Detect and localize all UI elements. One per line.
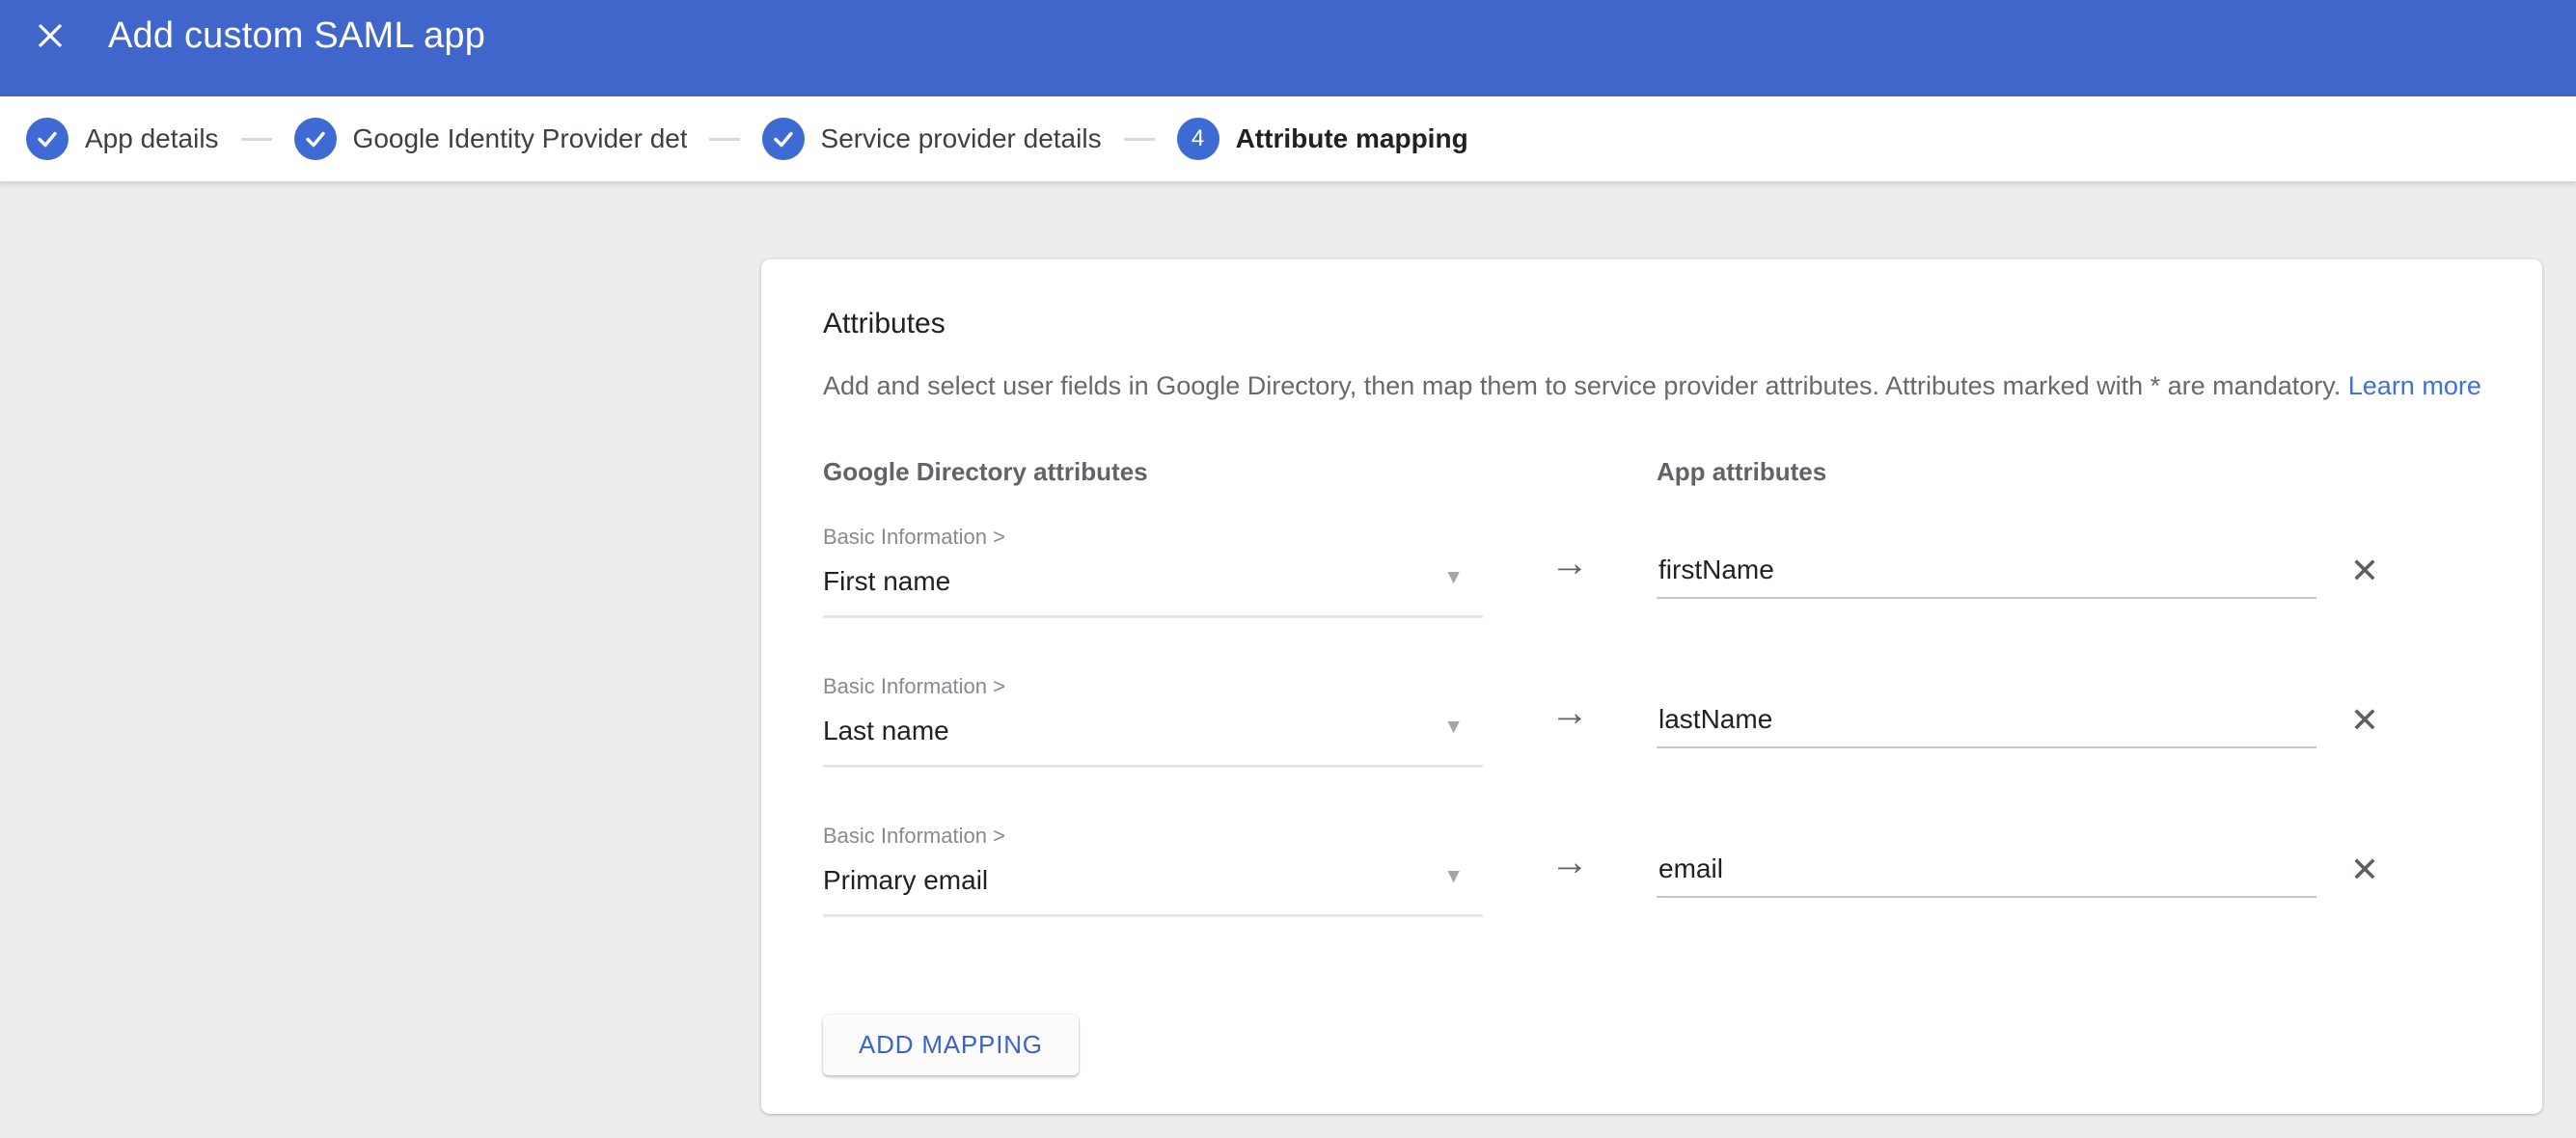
directory-attribute-value: First name xyxy=(823,564,950,599)
remove-mapping-icon[interactable]: ✕ xyxy=(2350,853,2379,887)
content-area: Attributes Add and select user fields in… xyxy=(0,182,2576,1138)
attribute-category: Basic Information > xyxy=(823,823,1483,850)
step-number-badge: 4 xyxy=(1177,118,1219,160)
step-app-details[interactable]: App details xyxy=(26,118,219,160)
step-connector xyxy=(1124,138,1155,141)
description-text: Add and select user fields in Google Dir… xyxy=(823,371,2341,400)
app-attributes-column-header: App attributes xyxy=(1657,457,2316,487)
directory-attributes-column-header: Google Directory attributes xyxy=(823,457,1483,487)
step-complete-check-icon xyxy=(294,118,337,160)
card-description: Add and select user fields in Google Dir… xyxy=(823,371,2413,401)
add-mapping-button[interactable]: ADD MAPPING xyxy=(823,1015,1079,1075)
remove-mapping-icon[interactable]: ✕ xyxy=(2350,554,2379,588)
mapping-row: Basic Information > Primary email ▼ → ✕ xyxy=(823,823,2413,916)
directory-attribute-select[interactable]: Basic Information > Primary email ▼ xyxy=(823,823,1483,916)
step-label: Attribute mapping xyxy=(1236,123,1468,154)
chevron-down-icon: ▼ xyxy=(1443,716,1464,739)
step-connector xyxy=(241,138,272,141)
mapping-row: Basic Information > First name ▼ → ✕ xyxy=(823,524,2413,617)
step-label: Google Identity Provider details xyxy=(353,123,687,154)
column-headers: Google Directory attributes App attribut… xyxy=(823,457,2413,524)
chevron-down-icon: ▼ xyxy=(1443,566,1464,589)
close-icon-glyph xyxy=(36,21,65,50)
map-arrow-icon: → xyxy=(1483,693,1657,732)
learn-more-link[interactable]: Learn more xyxy=(2348,371,2481,400)
directory-attribute-select[interactable]: Basic Information > First name ▼ xyxy=(823,524,1483,617)
map-arrow-icon: → xyxy=(1483,544,1657,583)
app-attribute-input[interactable] xyxy=(1657,854,2316,898)
select-underline xyxy=(823,615,1483,617)
directory-attribute-value: Primary email xyxy=(823,863,988,898)
dialog-title: Add custom SAML app xyxy=(108,15,485,57)
appbar: Add custom SAML app xyxy=(0,0,2576,96)
card-heading: Attributes xyxy=(823,308,2413,340)
directory-attribute-select[interactable]: Basic Information > Last name ▼ xyxy=(823,673,1483,767)
step-google-idp-details[interactable]: Google Identity Provider details xyxy=(294,118,687,160)
select-underline xyxy=(823,914,1483,916)
attribute-category: Basic Information > xyxy=(823,673,1483,700)
step-label: App details xyxy=(85,123,219,154)
app-attribute-input[interactable] xyxy=(1657,704,2316,748)
remove-mapping-icon[interactable]: ✕ xyxy=(2350,703,2379,738)
step-attribute-mapping[interactable]: 4 Attribute mapping xyxy=(1177,118,1468,160)
select-underline xyxy=(823,765,1483,767)
app-attribute-input[interactable] xyxy=(1657,555,2316,599)
step-complete-check-icon xyxy=(26,118,69,160)
map-arrow-icon: → xyxy=(1483,843,1657,881)
mapping-row: Basic Information > Last name ▼ → ✕ xyxy=(823,673,2413,767)
step-label: Service provider details xyxy=(821,123,1102,154)
step-connector xyxy=(709,138,740,141)
step-service-provider-details[interactable]: Service provider details xyxy=(762,118,1102,160)
stepper: App details Google Identity Provider det… xyxy=(0,96,2576,182)
chevron-down-icon: ▼ xyxy=(1443,865,1464,888)
step-complete-check-icon xyxy=(762,118,805,160)
directory-attribute-value: Last name xyxy=(823,714,949,748)
attribute-category: Basic Information > xyxy=(823,524,1483,551)
attributes-card: Attributes Add and select user fields in… xyxy=(761,259,2542,1114)
close-icon[interactable] xyxy=(29,14,71,57)
